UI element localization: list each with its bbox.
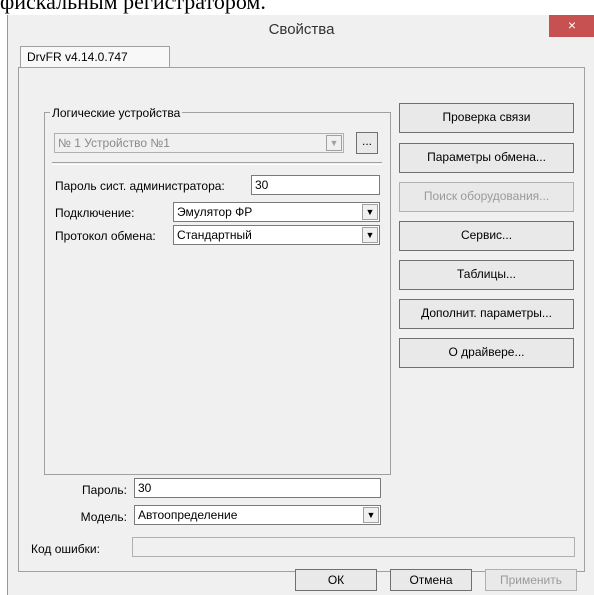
chevron-down-icon[interactable]: ▼	[326, 135, 342, 151]
admin-password-input[interactable]: 30	[251, 175, 380, 195]
about-driver-button[interactable]: О драйвере...	[399, 338, 574, 368]
tables-button[interactable]: Таблицы...	[399, 260, 574, 290]
protocol-label: Протокол обмена:	[55, 229, 156, 243]
chevron-down-icon[interactable]: ▼	[363, 507, 379, 523]
model-select[interactable]: Автоопределение ▼	[134, 505, 381, 525]
logical-devices-label: Логические устройства	[50, 106, 183, 120]
exchange-params-button[interactable]: Параметры обмена...	[399, 143, 574, 173]
password-input[interactable]: 30	[134, 478, 381, 498]
service-button[interactable]: Сервис...	[399, 221, 574, 251]
chevron-down-icon[interactable]: ▼	[362, 204, 378, 220]
connection-value: Эмулятор ФР	[177, 205, 253, 219]
connection-select[interactable]: Эмулятор ФР ▼	[173, 202, 380, 222]
error-code-label: Код ошибки:	[31, 542, 100, 556]
divider	[52, 162, 382, 165]
cancel-button[interactable]: Отмена	[390, 569, 472, 591]
extra-params-button[interactable]: Дополнит. параметры...	[399, 299, 574, 329]
ok-button[interactable]: ОК	[295, 569, 377, 591]
close-icon: ×	[567, 17, 577, 33]
protocol-select[interactable]: Стандартный ▼	[173, 225, 380, 245]
properties-dialog: Свойства × DrvFR v4.14.0.747 Логические …	[7, 15, 594, 595]
model-value: Автоопределение	[138, 508, 238, 522]
window-title: Свойства	[268, 21, 335, 38]
password-label: Пароль:	[82, 483, 127, 497]
protocol-value: Стандартный	[177, 228, 252, 242]
check-connection-button[interactable]: Проверка связи	[399, 103, 574, 133]
title-bar: Свойства ×	[8, 15, 594, 45]
close-button[interactable]: ×	[549, 15, 594, 37]
tab-panel: Логические устройства № 1 Устройство №1 …	[18, 67, 585, 572]
document-caption: фискальным регистратором.	[0, 0, 266, 14]
admin-password-label: Пароль сист. администратора:	[55, 179, 225, 193]
model-label: Модель:	[80, 510, 127, 524]
error-code-field	[132, 537, 575, 557]
browse-devices-button[interactable]: ...	[356, 132, 378, 154]
logical-device-value: № 1 Устройство №1	[58, 136, 170, 150]
find-equipment-button[interactable]: Поиск оборудования...	[399, 182, 574, 212]
chevron-down-icon[interactable]: ▼	[362, 227, 378, 243]
connection-label: Подключение:	[55, 206, 135, 220]
tab-drvfr[interactable]: DrvFR v4.14.0.747	[20, 46, 170, 68]
logical-devices-group	[44, 112, 391, 475]
logical-device-select[interactable]: № 1 Устройство №1 ▼	[54, 133, 344, 153]
apply-button[interactable]: Применить	[485, 569, 577, 591]
